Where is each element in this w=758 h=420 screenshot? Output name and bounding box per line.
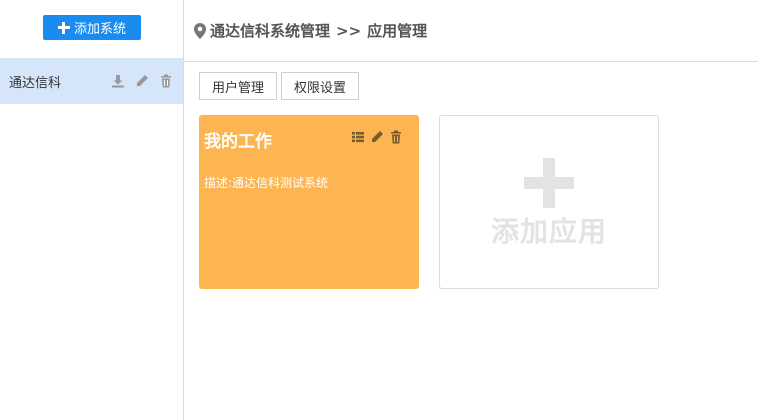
add-system-label: 添加系统 <box>73 22 126 37</box>
sidebar-item-system[interactable]: 通达信科 <box>0 58 183 104</box>
app-description: 描述:通达信科测试系统 <box>204 176 329 190</box>
sidebar-item-label: 通达信科 <box>9 75 62 91</box>
list-icon[interactable] <box>351 130 365 144</box>
tab-bar: 用户管理 权限设置 <box>199 72 360 100</box>
app-card[interactable]: 我的工作 描述:通达信科测试系统 <box>199 115 419 289</box>
trash-icon[interactable] <box>389 130 403 144</box>
tab-user-management[interactable]: 用户管理 <box>199 72 278 100</box>
sidebar-item-actions <box>111 74 173 88</box>
breadcrumb-separator: >> <box>336 21 362 40</box>
location-pin-icon <box>194 22 206 39</box>
add-app-card[interactable]: 添加应用 <box>439 115 659 289</box>
breadcrumb-system[interactable]: 通达信科系统管理 <box>210 20 330 41</box>
tab-permission-settings[interactable]: 权限设置 <box>281 72 360 100</box>
edit-icon[interactable] <box>370 130 384 144</box>
add-app-label: 添加应用 <box>490 215 607 248</box>
app-card-actions <box>351 130 403 144</box>
header: 通达信科系统管理 >> 应用管理 <box>184 0 758 62</box>
plus-icon <box>57 21 70 34</box>
edit-icon[interactable] <box>135 74 149 88</box>
plus-icon <box>524 158 574 208</box>
breadcrumb-current: 应用管理 <box>367 22 428 40</box>
trash-icon[interactable] <box>159 74 173 88</box>
sidebar: 添加系统 通达信科 <box>0 0 184 420</box>
download-icon[interactable] <box>111 74 125 88</box>
add-system-button[interactable]: 添加系统 <box>43 15 141 40</box>
